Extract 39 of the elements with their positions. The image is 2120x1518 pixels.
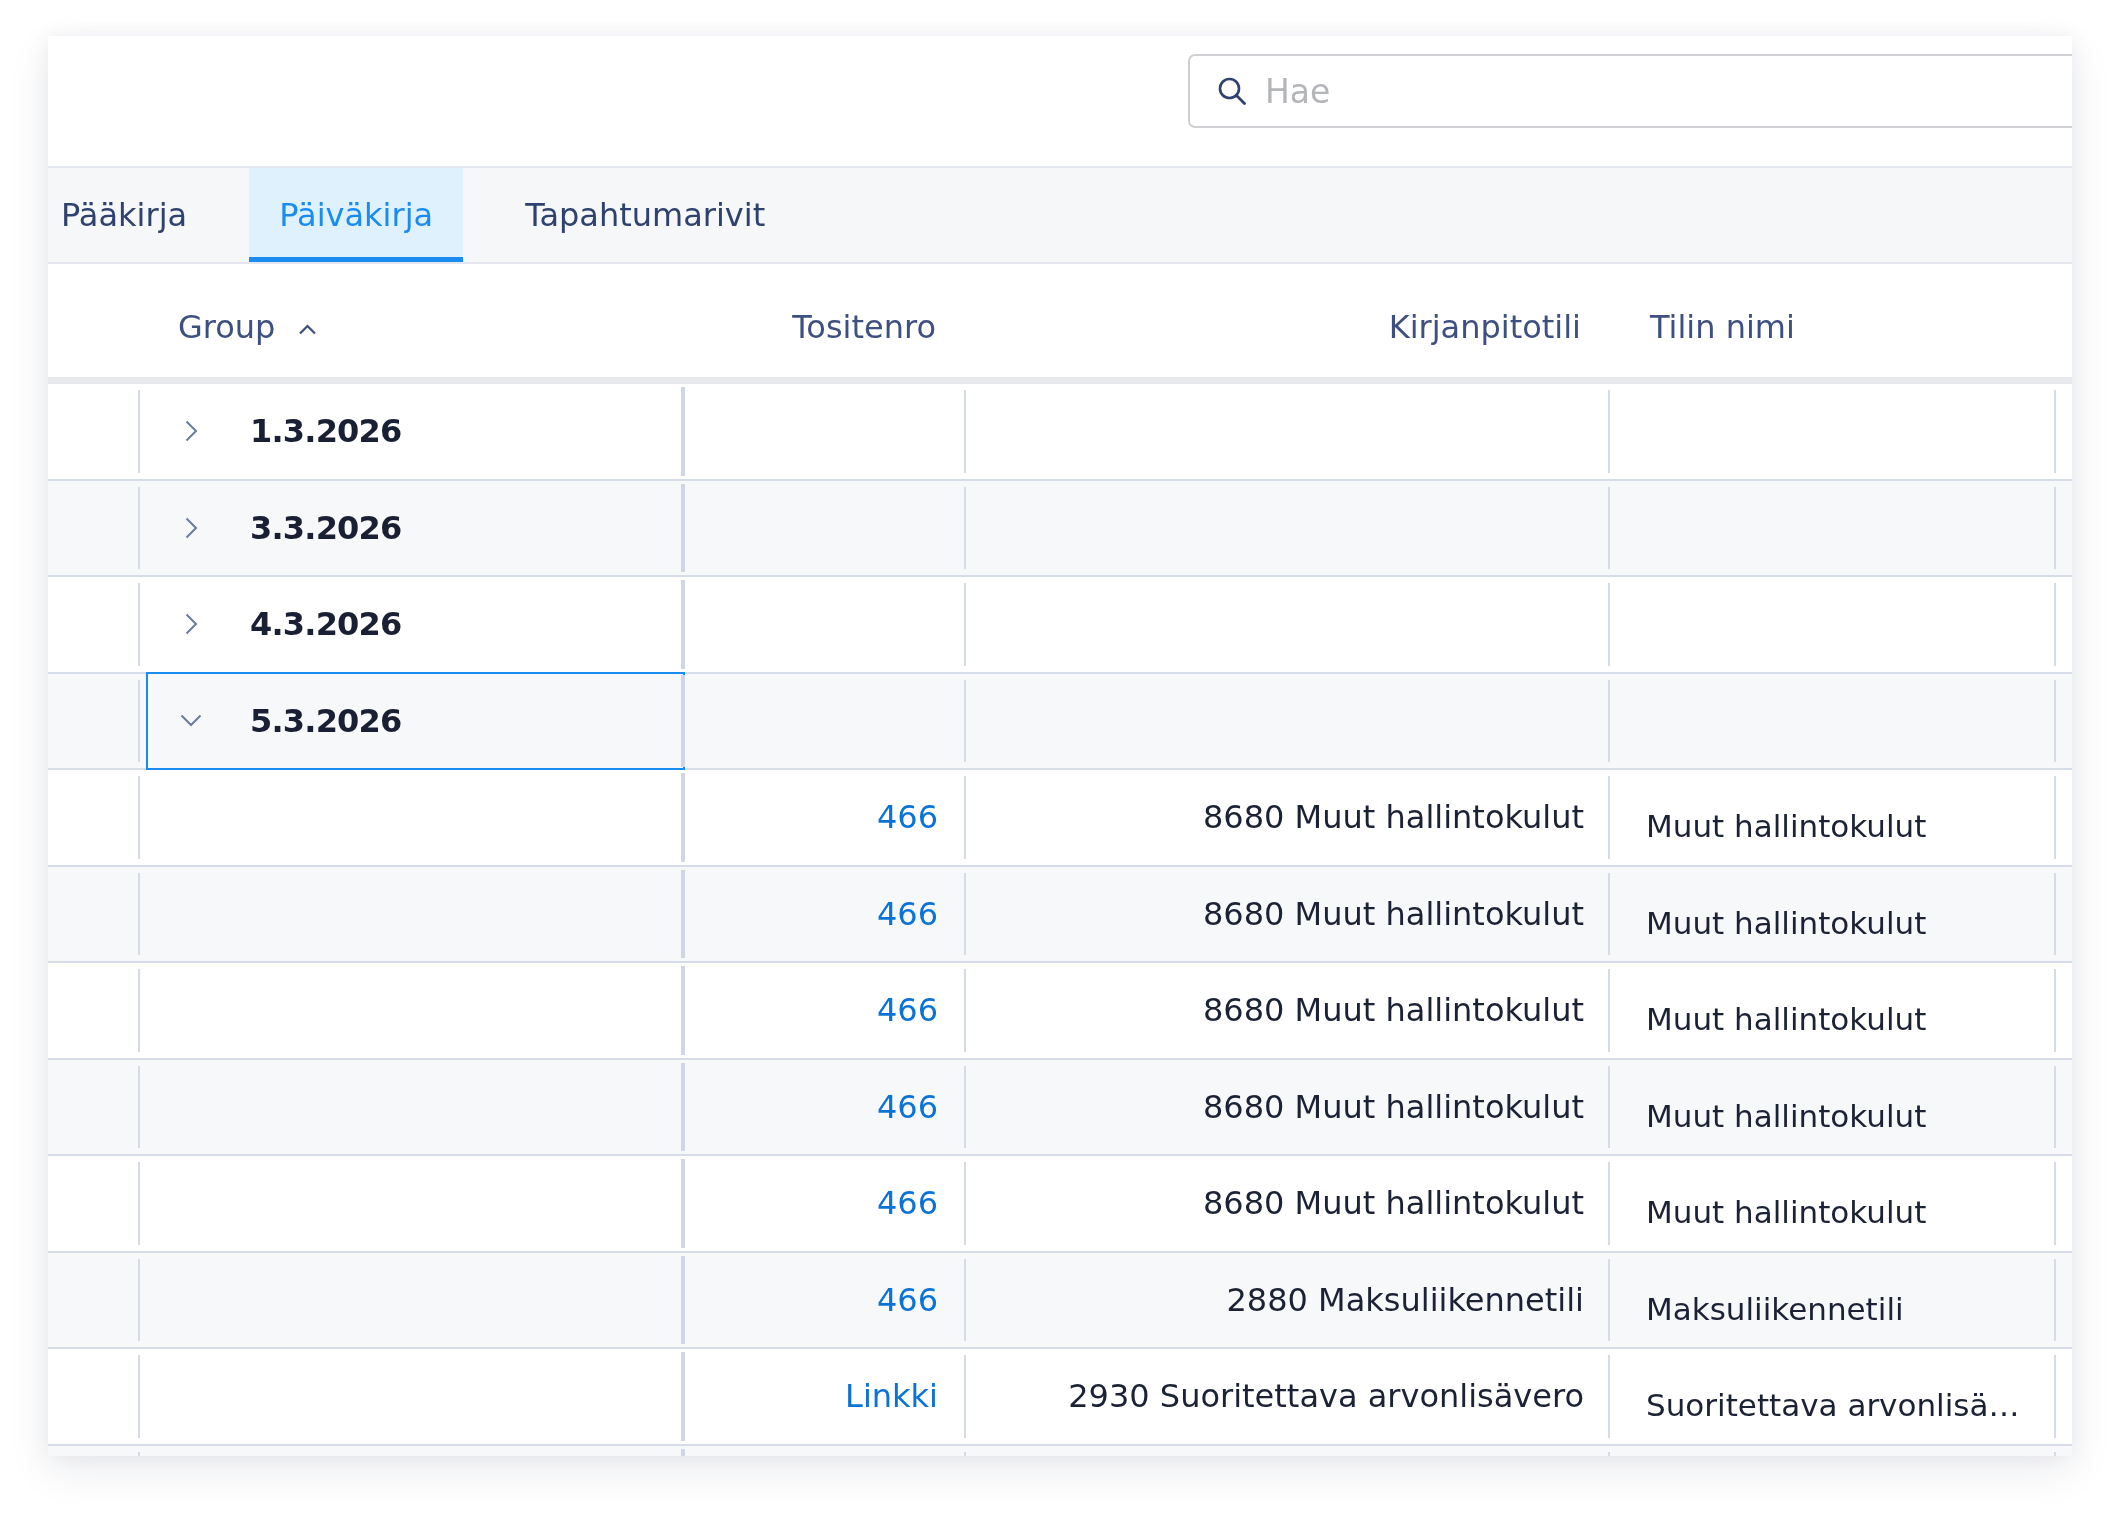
voucher-link[interactable]: 466 — [876, 1184, 938, 1223]
voucher-link[interactable]: 466 — [876, 1280, 938, 1319]
chevron-down-icon[interactable] — [180, 714, 202, 728]
column-header[interactable]: Kirjanpitotili — [1388, 307, 1581, 346]
account-name: Muut hallintokulut — [1646, 904, 1927, 941]
account-name: Muut hallintokulut — [1646, 808, 1927, 845]
column-header[interactable]: Tilin nimi — [1650, 307, 1795, 346]
column-header[interactable]: Tositenro — [792, 307, 936, 346]
account-text: 8680 Muut hallintokulut — [1203, 991, 1584, 1030]
account-text: 8680 Muut hallintokulut — [1203, 1087, 1584, 1126]
account-name: Muut hallintokulut — [1646, 1194, 1927, 1231]
account-text: 8680 Muut hallintokulut — [1203, 1184, 1584, 1223]
voucher-link[interactable]: 466 — [876, 798, 938, 837]
tab[interactable]: Pääkirja — [48, 168, 218, 262]
voucher-link[interactable]: 466 — [876, 894, 938, 933]
account-name: Suoritettava arvonlisä… — [1646, 1387, 2020, 1424]
group-date: 3.3.2026 — [250, 508, 402, 547]
account-name: Muut hallintokulut — [1646, 1097, 1927, 1134]
account-text: 8680 Muut hallintokulut — [1203, 894, 1584, 933]
group-cell[interactable]: 4.3.2026 — [141, 577, 685, 672]
group-date: 5.3.2026 — [250, 701, 402, 740]
account-text: 2930 Suoritettava arvonlisävero — [1068, 1377, 1584, 1416]
search-field[interactable]: Hae — [1188, 54, 2072, 128]
chevron-right-icon[interactable] — [184, 420, 198, 443]
account-name: Maksuliikennetili — [1646, 1290, 1904, 1327]
voucher-link[interactable]: 466 — [876, 991, 938, 1030]
account-name: Muut hallintokulut — [1646, 1001, 1927, 1038]
group-date: 1.3.2026 — [250, 412, 402, 451]
voucher-link[interactable]: Linkki — [845, 1377, 938, 1416]
account-text: 8680 Muut hallintokulut — [1203, 798, 1584, 837]
account-text: 2880 Maksuliikennetili — [1226, 1280, 1584, 1319]
column-header[interactable]: Group — [178, 307, 318, 346]
chevron-right-icon[interactable] — [184, 613, 198, 636]
group-date: 4.3.2026 — [250, 605, 402, 644]
tab[interactable]: Tapahtumarivit — [495, 168, 796, 262]
group-cell[interactable]: 1.3.2026 — [141, 384, 685, 479]
voucher-link[interactable]: 466 — [876, 1087, 938, 1126]
search-icon — [1218, 77, 1246, 105]
chevron-right-icon[interactable] — [184, 516, 198, 539]
